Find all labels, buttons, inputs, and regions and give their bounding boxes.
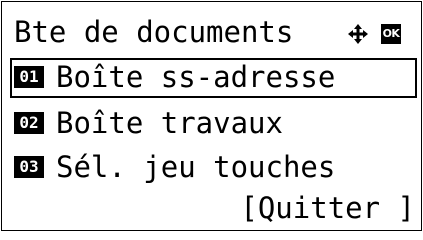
item-number-icon: 01 xyxy=(14,66,44,88)
header-row: Bte de documents OK xyxy=(2,14,421,54)
four-way-arrow-icon xyxy=(347,23,369,45)
menu-item-box-no-address[interactable]: 01 Boîte ss-adresse xyxy=(2,58,421,98)
menu-item-job-box[interactable]: 02 Boîte travaux xyxy=(2,104,421,144)
item-number-icon: 03 xyxy=(14,156,44,178)
ok-key-icon[interactable]: OK xyxy=(381,24,401,44)
menu-item-label: Boîte travaux xyxy=(56,106,283,140)
lcd-panel: Bte de documents OK 01 Boîte ss-adresse … xyxy=(1,1,422,231)
menu-item-label: Boîte ss-adresse xyxy=(56,60,336,94)
quit-button[interactable]: [Quitter ] xyxy=(240,190,415,226)
menu-item-label: Sél. jeu touches xyxy=(56,150,336,184)
page-title: Bte de documents xyxy=(14,15,294,49)
menu-item-select-key-set[interactable]: 03 Sél. jeu touches xyxy=(2,148,421,188)
item-number-icon: 02 xyxy=(14,112,44,134)
